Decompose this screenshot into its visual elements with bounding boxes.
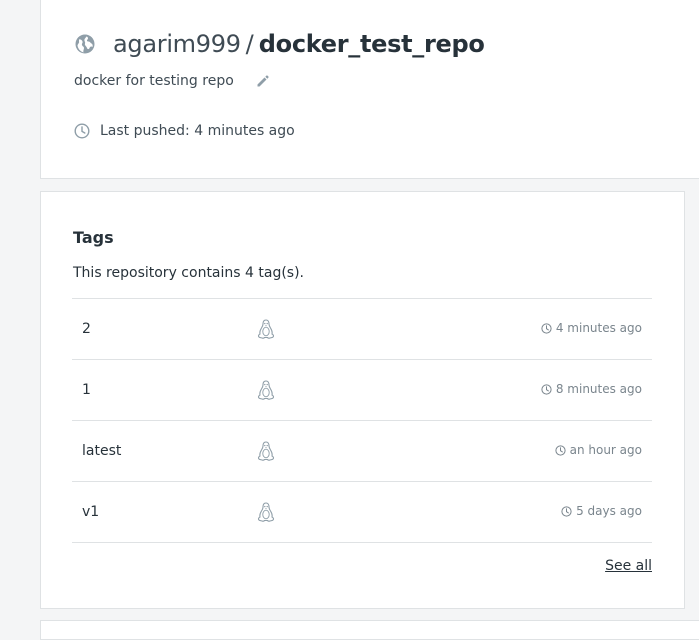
tag-name[interactable]: v1 xyxy=(82,504,99,520)
tag-time-text: 4 minutes ago xyxy=(555,321,642,335)
clock-icon xyxy=(541,383,552,395)
tag-time: 4 minutes ago xyxy=(541,321,642,335)
tag-row[interactable]: v1 5 days ago xyxy=(72,482,652,543)
tag-list: 2 4 minutes ago 1 8 minutes ago latest a… xyxy=(72,298,652,543)
tag-row[interactable]: 2 4 minutes ago xyxy=(72,299,652,360)
repo-header: agarim999 / docker_test_repo xyxy=(75,27,485,61)
repo-description: docker for testing repo xyxy=(74,73,234,89)
tag-name[interactable]: 1 xyxy=(82,382,91,398)
last-pushed-text: Last pushed: 4 minutes ago xyxy=(100,123,295,139)
description-row: docker for testing repo xyxy=(74,73,270,89)
linux-tux-icon xyxy=(257,380,275,400)
tag-time-text: an hour ago xyxy=(569,443,642,457)
repo-info-card: agarim999 / docker_test_repo docker for … xyxy=(40,0,699,179)
globe-icon xyxy=(75,34,95,54)
clock-icon xyxy=(561,505,572,517)
see-all-link[interactable]: See all xyxy=(605,558,652,574)
linux-tux-icon xyxy=(257,441,275,461)
tag-row[interactable]: latest an hour ago xyxy=(72,421,652,482)
next-card-edge xyxy=(40,620,699,640)
path-separator: / xyxy=(245,30,254,58)
tag-time: an hour ago xyxy=(555,443,642,457)
tag-time: 8 minutes ago xyxy=(541,382,642,396)
clock-icon xyxy=(555,444,566,456)
clock-icon xyxy=(74,123,90,139)
tag-name[interactable]: 2 xyxy=(82,321,91,337)
tag-time: 5 days ago xyxy=(561,504,642,518)
tags-card: Tags This repository contains 4 tag(s). … xyxy=(40,191,685,609)
repo-name: docker_test_repo xyxy=(258,30,485,58)
tags-count-text: This repository contains 4 tag(s). xyxy=(73,265,304,281)
tag-time-text: 8 minutes ago xyxy=(555,382,642,396)
clock-icon xyxy=(541,322,552,334)
edit-pencil-icon[interactable] xyxy=(256,74,270,88)
linux-tux-icon xyxy=(257,502,275,522)
tag-time-text: 5 days ago xyxy=(576,504,642,518)
tag-row[interactable]: 1 8 minutes ago xyxy=(72,360,652,421)
repo-owner[interactable]: agarim999 xyxy=(113,30,241,58)
last-pushed-row: Last pushed: 4 minutes ago xyxy=(74,123,295,139)
tags-title: Tags xyxy=(73,228,114,247)
tag-name[interactable]: latest xyxy=(82,443,121,459)
linux-tux-icon xyxy=(257,319,275,339)
